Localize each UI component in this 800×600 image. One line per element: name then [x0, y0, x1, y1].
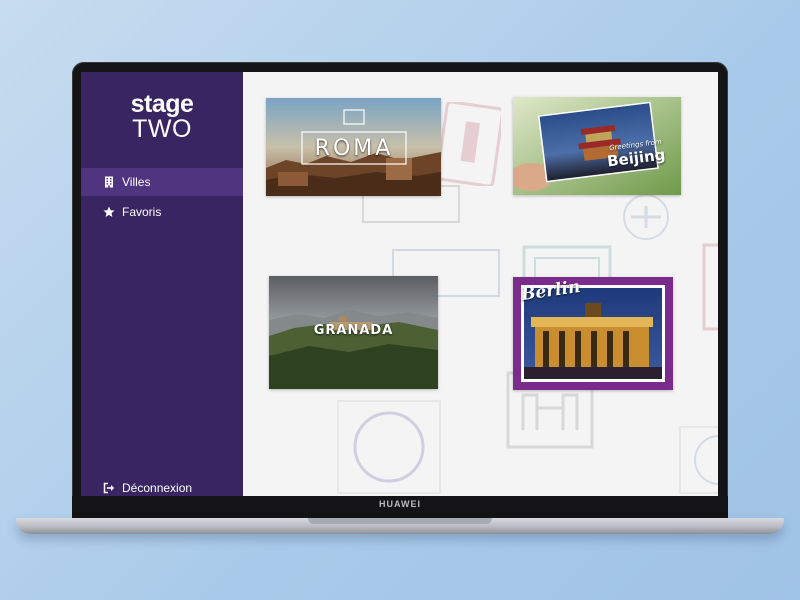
city-name: GRANADA — [313, 323, 394, 338]
logo-line-2: TWO — [132, 115, 192, 143]
star-icon — [103, 206, 115, 218]
sidebar-item-villes[interactable]: Villes — [81, 168, 243, 196]
city-card-roma[interactable]: ROMA — [266, 98, 441, 196]
sidebar-item-favoris[interactable]: Favoris — [81, 198, 243, 226]
stamp-decoration — [702, 243, 718, 331]
laptop-base-notch — [308, 518, 492, 524]
logout-label: Déconnexion — [122, 481, 193, 495]
stamp-decoration — [623, 194, 669, 240]
logo-line-1: stage — [130, 90, 194, 118]
app-logo: stage TWO — [81, 92, 243, 142]
app-window: stage TWO Villes Favoris Déconnexion ROM… — [81, 72, 718, 496]
city-name: ROMA — [314, 136, 394, 161]
sidebar-item-label: Villes — [122, 175, 151, 189]
device-brand: HUAWEI — [379, 499, 421, 509]
sidebar-item-label: Favoris — [122, 205, 162, 219]
building-icon — [103, 176, 115, 188]
city-card-beijing[interactable]: Greetings from Beijing — [513, 97, 681, 195]
stamp-decoration — [439, 102, 501, 186]
city-card-berlin[interactable]: Berlin — [513, 277, 673, 390]
cities-grid: ROMA Greetings from Beijing GRANADA Berl… — [243, 72, 718, 496]
sign-out-icon — [103, 482, 115, 494]
sidebar: stage TWO Villes Favoris Déconnexion — [81, 72, 243, 496]
logout-button[interactable]: Déconnexion — [81, 474, 243, 496]
stamp-decoration — [337, 400, 441, 494]
city-card-granada[interactable]: GRANADA — [269, 276, 438, 389]
stamp-decoration — [679, 426, 718, 494]
